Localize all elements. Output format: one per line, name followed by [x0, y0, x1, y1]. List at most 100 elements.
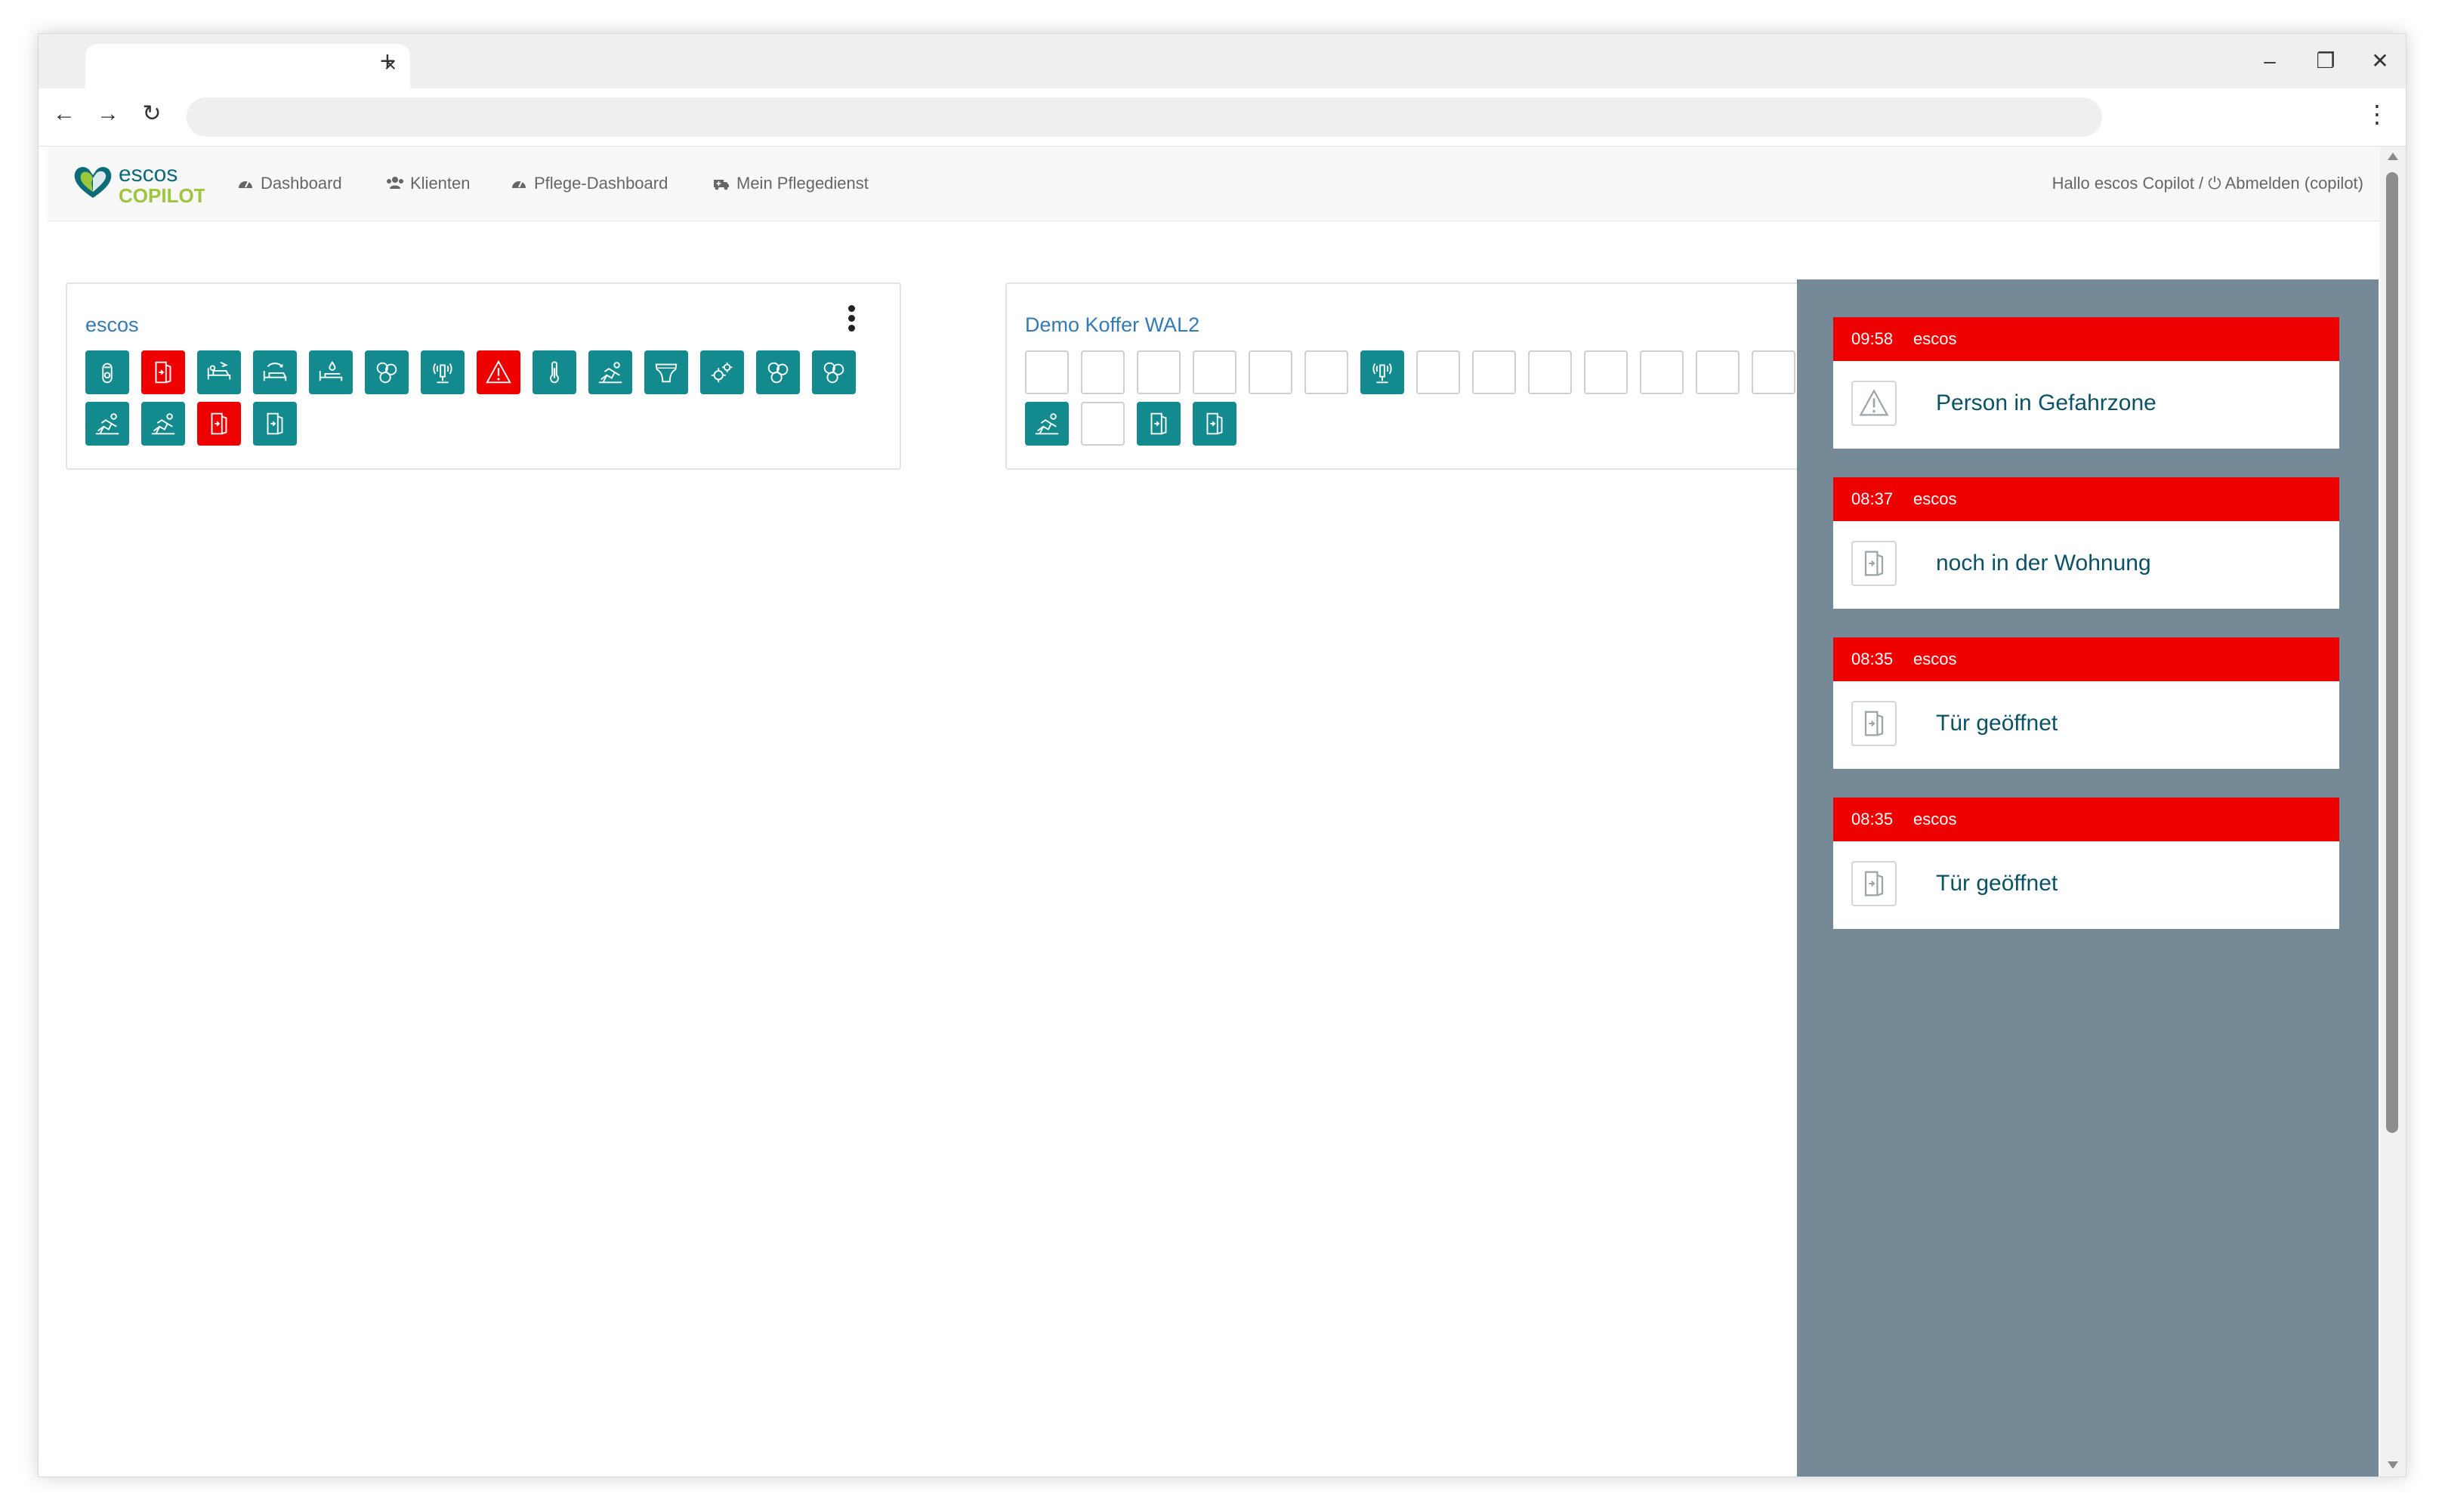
alert-card[interactable]: 08:35 escos Tür geöffnet [1833, 798, 2339, 929]
logo-text-copilot: COPILOT [119, 184, 205, 207]
alert-card[interactable]: 08:35 escos Tür geöffnet [1833, 637, 2339, 769]
sensor-tile-empty[interactable] [1081, 402, 1125, 446]
alert-message: Tür geöffnet [1936, 871, 2058, 896]
app-viewport: escos COPILOT Dashboard Klienten Pflege-… [39, 147, 2406, 1477]
circles-icon [764, 358, 792, 387]
alert-message: noch in der Wohnung [1936, 551, 2151, 575]
alert-icon-box [1851, 541, 1897, 586]
users-icon [387, 177, 403, 189]
sensor-tile-empty[interactable] [1640, 350, 1684, 394]
fall-detection-icon [93, 409, 122, 438]
client-card-title[interactable]: escos [85, 311, 139, 338]
scrollbar-thumb[interactable] [2386, 172, 2398, 1133]
nav-klienten-label: Klienten [410, 174, 471, 193]
sensor-tile[interactable] [644, 350, 688, 394]
alert-source: escos [1913, 329, 1957, 348]
sensor-tile[interactable] [588, 350, 632, 394]
browser-tab[interactable]: × [85, 44, 410, 88]
logo-text-escos: escos [119, 162, 178, 187]
sensor-tile[interactable] [700, 350, 744, 394]
sensor-tile[interactable] [253, 402, 297, 446]
alert-icon-box [1851, 701, 1897, 746]
minimize-icon[interactable]: – [2255, 46, 2285, 76]
sensor-tile[interactable] [421, 350, 465, 394]
alert-card[interactable]: 08:37 escos noch in der Wohnung [1833, 477, 2339, 609]
sensor-tile[interactable] [477, 350, 520, 394]
sensor-tile-empty[interactable] [1304, 350, 1348, 394]
sensor-tile[interactable] [756, 350, 800, 394]
sensor-tile-empty[interactable] [1025, 350, 1069, 394]
app-navbar: escos COPILOT Dashboard Klienten Pflege-… [48, 147, 2380, 221]
nav-pflege-dashboard-label: Pflege-Dashboard [534, 174, 668, 193]
browser-menu-icon[interactable]: ⋮ [2365, 99, 2389, 129]
back-icon[interactable]: ← [48, 99, 81, 129]
escos-copilot-logo[interactable]: escos COPILOT [69, 159, 206, 207]
sensor-tile-empty[interactable] [1416, 350, 1460, 394]
client-card-title[interactable]: Demo Koffer WAL2 [1025, 311, 1199, 338]
gears-icon [708, 358, 736, 387]
tab-strip: × + – ❐ ✕ [39, 34, 2406, 88]
browser-window: × + – ❐ ✕ ← → ↻ ⋮ escos COPILOT Dashboar… [38, 33, 2406, 1477]
sensor-tile[interactable] [197, 402, 241, 446]
nav-dashboard[interactable]: Dashboard [236, 172, 342, 195]
sensor-tile-empty[interactable] [1584, 350, 1628, 394]
antenna-icon [428, 358, 457, 387]
door-icon [149, 358, 178, 387]
reload-icon[interactable]: ↻ [135, 99, 168, 129]
browser-toolbar: ← → ↻ ⋮ [39, 88, 2406, 147]
alert-header: 09:58 escos [1833, 317, 2339, 361]
alert-header: 08:37 escos [1833, 477, 2339, 521]
new-tab-icon[interactable]: + [380, 46, 395, 76]
sensor-tile-empty[interactable] [1472, 350, 1516, 394]
warning-icon [1857, 387, 1891, 420]
sensor-tile[interactable] [197, 350, 241, 394]
bed-movement-icon [261, 358, 289, 387]
nav-mein-pflegedienst-label: Mein Pflegedienst [736, 174, 869, 193]
alert-time: 08:37 [1851, 489, 1894, 508]
door-icon [261, 409, 289, 438]
sensor-tile-empty[interactable] [1752, 350, 1795, 394]
sensor-tile[interactable] [141, 402, 185, 446]
door-icon [1144, 409, 1173, 438]
alert-time: 08:35 [1851, 650, 1894, 668]
scroll-up-icon[interactable] [2388, 153, 2398, 160]
scroll-down-icon[interactable] [2388, 1461, 2398, 1469]
circles-icon [820, 358, 848, 387]
sensor-tile[interactable] [253, 350, 297, 394]
sensor-tile-empty[interactable] [1528, 350, 1572, 394]
sensor-tile-empty[interactable] [1696, 350, 1740, 394]
sensor-tile-empty[interactable] [1137, 350, 1181, 394]
page-scrollbar[interactable] [2380, 147, 2406, 1477]
user-greeting-logout[interactable]: Hallo escos Copilot / ⏻ Abmelden (copilo… [2052, 172, 2363, 195]
warning-icon [484, 358, 513, 387]
bed-exit-icon [205, 358, 233, 387]
sensor-tile[interactable] [309, 350, 353, 394]
door-icon [1857, 547, 1891, 580]
nav-mein-pflegedienst[interactable]: Mein Pflegedienst [712, 172, 869, 195]
nav-klienten[interactable]: Klienten [386, 172, 471, 195]
sensor-tile[interactable] [1360, 350, 1404, 394]
sensor-tile[interactable] [812, 350, 856, 394]
ambulance-icon [714, 180, 729, 190]
fall-detection-icon [149, 409, 178, 438]
sensor-tile[interactable] [1193, 402, 1236, 446]
sensor-tile[interactable] [533, 350, 576, 394]
window-close-icon[interactable]: ✕ [2365, 46, 2395, 76]
forward-icon[interactable]: → [91, 99, 125, 129]
maximize-icon[interactable]: ❐ [2311, 46, 2341, 76]
sensor-tile-empty[interactable] [1081, 350, 1125, 394]
address-bar[interactable] [187, 97, 2102, 137]
sensor-tile[interactable] [85, 402, 129, 446]
dashboard-gauge-icon [512, 181, 526, 188]
sensor-tile-empty[interactable] [1249, 350, 1292, 394]
sensor-tile[interactable] [85, 350, 129, 394]
nav-pflege-dashboard[interactable]: Pflege-Dashboard [510, 172, 668, 195]
card-options-icon[interactable] [848, 305, 857, 335]
sensor-tile[interactable] [141, 350, 185, 394]
sensor-tile-empty[interactable] [1193, 350, 1236, 394]
sensor-tile[interactable] [1025, 402, 1069, 446]
thermometer-icon [540, 358, 569, 387]
alert-card[interactable]: 09:58 escos Person in Gefahrzone [1833, 317, 2339, 449]
sensor-tile[interactable] [365, 350, 409, 394]
sensor-tile[interactable] [1137, 402, 1181, 446]
